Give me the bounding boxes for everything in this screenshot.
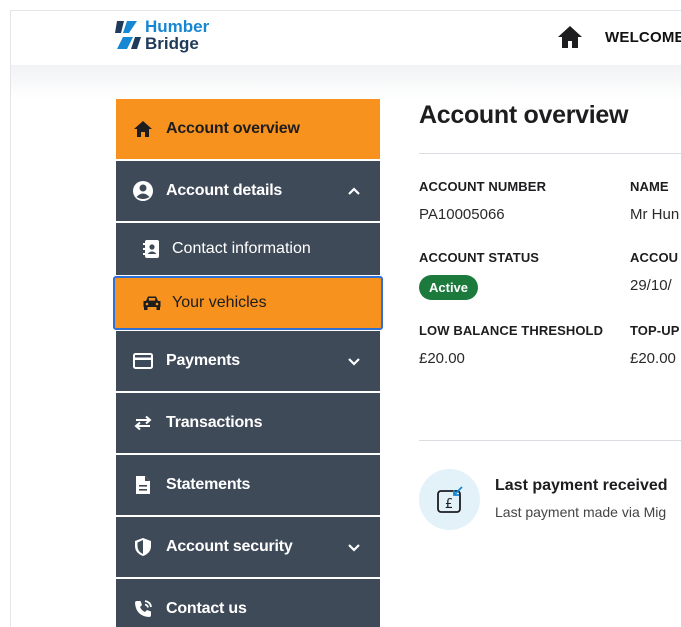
- home-icon[interactable]: [557, 25, 583, 49]
- sidebar-item-label: Payments: [166, 352, 240, 369]
- app-window: Humber Bridge WELCOME Account overview A…: [10, 10, 681, 627]
- top-up-value: £20.00: [630, 350, 676, 367]
- chevron-down-icon: [346, 539, 362, 555]
- document-icon: [132, 474, 154, 496]
- sidebar-item-payments[interactable]: Payments: [116, 331, 380, 391]
- account-status-label: ACCOUNT STATUS: [419, 250, 540, 265]
- sidebar-item-statements[interactable]: Statements: [116, 455, 380, 515]
- sidebar-nav: Account overview Account details Contact…: [113, 99, 383, 627]
- sidebar-item-account-overview[interactable]: Account overview: [116, 99, 380, 159]
- sidebar-item-label: Contact information: [172, 240, 311, 257]
- site-header: Humber Bridge WELCOME: [11, 11, 681, 65]
- last-payment-subtitle: Last payment made via Mig: [495, 504, 667, 520]
- sidebar-item-label: Contact us: [166, 600, 247, 617]
- sidebar-item-your-vehicles[interactable]: Your vehicles: [113, 276, 383, 330]
- sidebar-item-label: Account security: [166, 538, 293, 555]
- account-number-value: PA10005066: [419, 206, 505, 223]
- chevron-up-icon: [346, 183, 362, 199]
- welcome-label: WELCOME: [605, 29, 681, 46]
- low-balance-threshold-label: LOW BALANCE THRESHOLD: [419, 323, 604, 338]
- sidebar-item-transactions[interactable]: Transactions: [116, 393, 380, 453]
- shield-icon: [132, 536, 154, 558]
- sidebar-item-account-security[interactable]: Account security: [116, 517, 380, 577]
- logo-text: Humber Bridge: [145, 18, 209, 52]
- sidebar-item-account-details[interactable]: Account details: [116, 161, 380, 221]
- sidebar-item-label: Your vehicles: [172, 294, 267, 311]
- logo-line-1: Humber: [145, 17, 210, 36]
- logo-line-2: Bridge: [145, 34, 199, 53]
- swap-arrows-icon: [132, 412, 154, 434]
- sidebar-item-contact-information[interactable]: Contact information: [116, 223, 380, 275]
- name-label: NAME: [630, 179, 669, 194]
- title-divider: [419, 153, 681, 154]
- sidebar-item-label: Account details: [166, 182, 283, 199]
- chevron-down-icon: [346, 353, 362, 369]
- status-badge: Active: [419, 275, 479, 300]
- account-date-value: 29/10/: [630, 277, 672, 294]
- sidebar-item-label: Statements: [166, 476, 251, 493]
- sidebar-item-label: Account overview: [166, 120, 300, 137]
- car-icon: [142, 293, 162, 313]
- name-value: Mr Hun: [630, 206, 680, 223]
- sidebar-item-label: Transactions: [166, 414, 263, 431]
- section-divider: [419, 440, 681, 441]
- account-date-label: ACCOU: [630, 250, 679, 265]
- payment-received-icon: £: [419, 469, 480, 530]
- page-title: Account overview: [419, 101, 629, 129]
- humber-bridge-logo[interactable]: Humber Bridge: [115, 18, 209, 52]
- credit-card-icon: [132, 350, 154, 372]
- account-circle-icon: [132, 180, 154, 202]
- phone-icon: [132, 598, 154, 620]
- svg-text:£: £: [444, 497, 452, 512]
- low-balance-threshold-value: £20.00: [419, 350, 465, 367]
- logo-mark-icon: [115, 19, 141, 51]
- top-up-label: TOP-UP: [630, 323, 680, 338]
- header-shadow-band: [11, 65, 681, 99]
- last-payment-title: Last payment received: [495, 477, 668, 494]
- account-number-label: ACCOUNT NUMBER: [419, 179, 547, 194]
- sidebar-item-contact-us[interactable]: Contact us: [116, 579, 380, 627]
- home-icon: [132, 118, 154, 140]
- contact-card-icon: [142, 239, 162, 259]
